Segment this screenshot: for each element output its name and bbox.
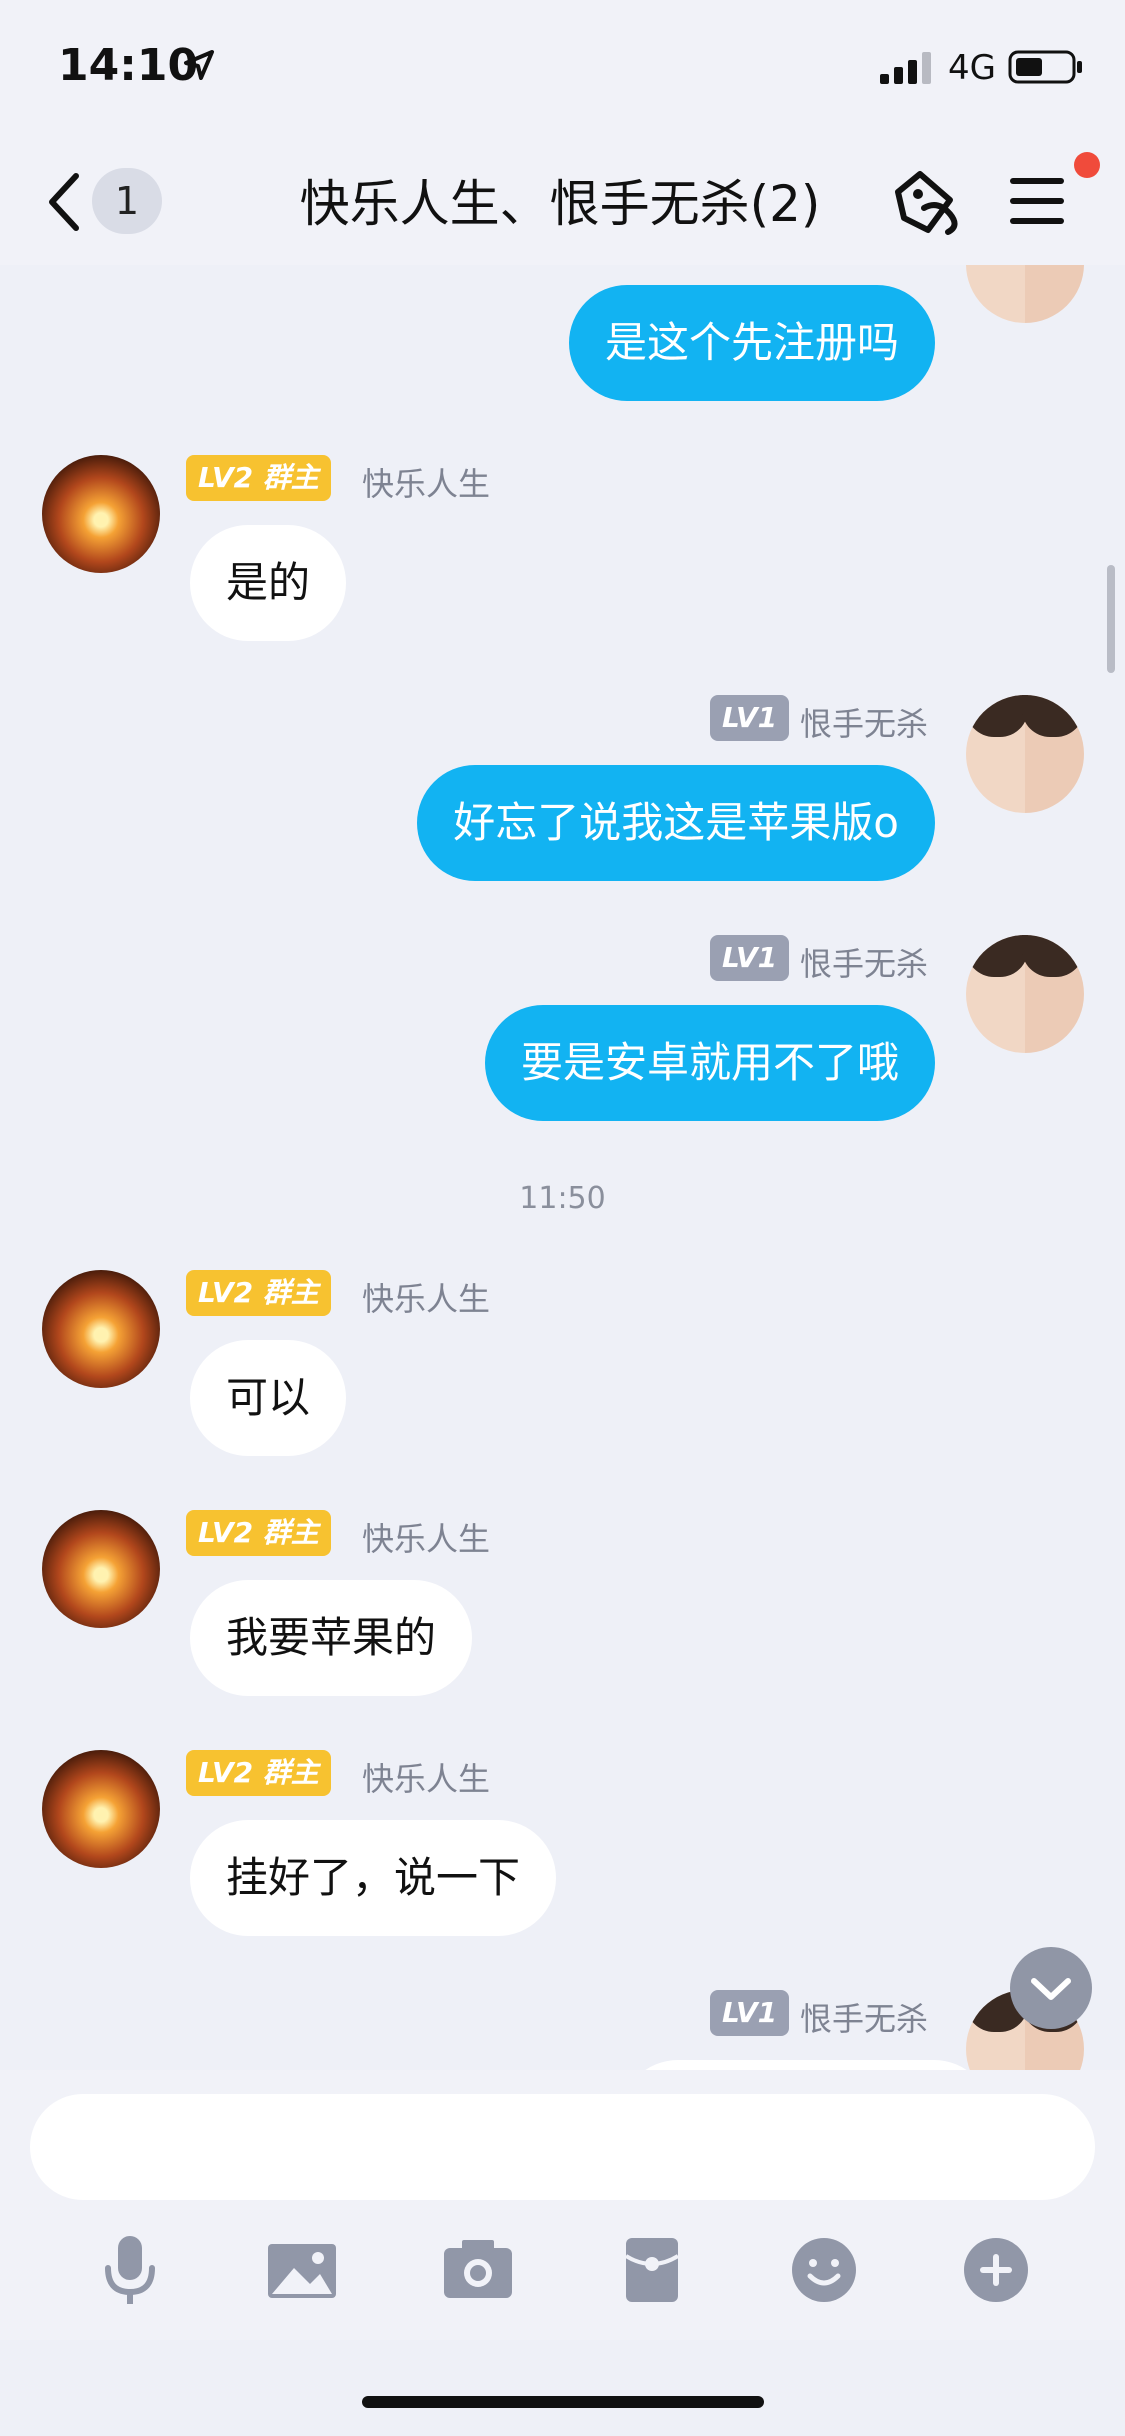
sender-name[interactable]: 恨手无杀 (800, 699, 928, 745)
network-type: 4G (948, 48, 996, 88)
status-time: 14:10 (58, 40, 199, 91)
sender-name[interactable]: 快乐人生 (362, 1754, 490, 1800)
member-level-badge: LV2 群主 (186, 1270, 331, 1316)
tag-icon[interactable] (890, 170, 966, 236)
composer (0, 2070, 1125, 2340)
message-bubble[interactable]: 挂好了，说一下 (190, 1820, 557, 1936)
sender-name[interactable]: 恨手无杀 (800, 1994, 928, 2040)
sender-name[interactable]: 快乐人生 (362, 1274, 490, 1320)
chevron-left-icon[interactable] (44, 170, 84, 234)
message-bubble[interactable]: 要是安卓就用不了哦 (484, 1005, 935, 1121)
battery-icon (1008, 50, 1082, 84)
emoji-icon[interactable] (784, 2230, 864, 2310)
member-level-badge: LV2 群主 (186, 455, 331, 501)
signal-bars-icon (880, 52, 931, 84)
sender-name[interactable]: 快乐人生 (362, 459, 490, 505)
microphone-icon[interactable] (90, 2230, 170, 2310)
message-list[interactable]: 是这个先注册吗 LV2 群主 快乐人生 是的 LV1 恨手无杀 好忘了说我这是苹… (0, 265, 1125, 2070)
member-level-badge: LV1 (710, 695, 790, 741)
time-divider: 11:50 (519, 1181, 606, 1216)
message-bubble[interactable]: 好忘了说我这是苹果版o (417, 765, 935, 881)
member-level-badge: LV2 群主 (186, 1750, 331, 1796)
chat-title: 快乐人生、恨手无杀(2) (299, 175, 821, 233)
avatar[interactable] (966, 695, 1084, 813)
unread-count-badge[interactable]: 1 (92, 168, 162, 234)
camera-icon[interactable] (438, 2230, 518, 2310)
message-bubble[interactable]: 我要苹果的 (190, 1580, 473, 1696)
message-row: LV2 群主 快乐人生 可以 (0, 1270, 1125, 1470)
member-level-badge: LV1 (710, 1990, 790, 2036)
message-row: LV2 群主 快乐人生 我要苹果的 (0, 1510, 1125, 1710)
avatar[interactable] (42, 455, 160, 573)
red-packet-icon[interactable] (612, 2230, 692, 2310)
sender-name[interactable]: 快乐人生 (362, 1514, 490, 1560)
message-bubble[interactable]: 可以 (190, 1340, 347, 1456)
member-level-badge: LV2 群主 (186, 1510, 331, 1556)
avatar[interactable] (42, 1270, 160, 1388)
message-row: LV1 恨手无杀 好忘了说我这是苹果版o (0, 695, 1125, 895)
avatar[interactable] (42, 1510, 160, 1628)
image-icon[interactable] (262, 2230, 342, 2310)
avatar[interactable] (966, 265, 1084, 323)
chat-header: 1 快乐人生、恨手无杀(2) (0, 140, 1125, 265)
avatar[interactable] (966, 935, 1084, 1053)
scroll-to-bottom-button[interactable] (1010, 1947, 1092, 2029)
message-bubble[interactable] (620, 2060, 992, 2070)
message-row: LV1 恨手无杀 要是安卓就用不了哦 (0, 935, 1125, 1135)
avatar[interactable] (42, 1750, 160, 1868)
message-input[interactable] (30, 2094, 1095, 2200)
sender-name[interactable]: 恨手无杀 (800, 939, 928, 985)
plus-icon[interactable] (956, 2230, 1036, 2310)
home-indicator[interactable] (362, 2396, 764, 2408)
message-row: LV2 群主 快乐人生 挂好了，说一下 (0, 1750, 1125, 1950)
status-bar: 14:10 4G (0, 0, 1125, 140)
message-bubble[interactable]: 是这个先注册吗 (568, 285, 935, 401)
message-row: LV1 恨手无杀 (0, 1990, 1125, 2070)
chevron-down-icon (1031, 1978, 1071, 2000)
message-bubble[interactable]: 是的 (190, 525, 347, 641)
location-arrow-icon (184, 50, 214, 80)
message-row: 是这个先注册吗 (0, 265, 1125, 405)
scrollbar[interactable] (1107, 565, 1115, 673)
menu-icon[interactable] (1010, 176, 1068, 226)
member-level-badge: LV1 (710, 935, 790, 981)
message-row: LV2 群主 快乐人生 是的 (0, 455, 1125, 655)
notification-dot (1074, 152, 1100, 178)
